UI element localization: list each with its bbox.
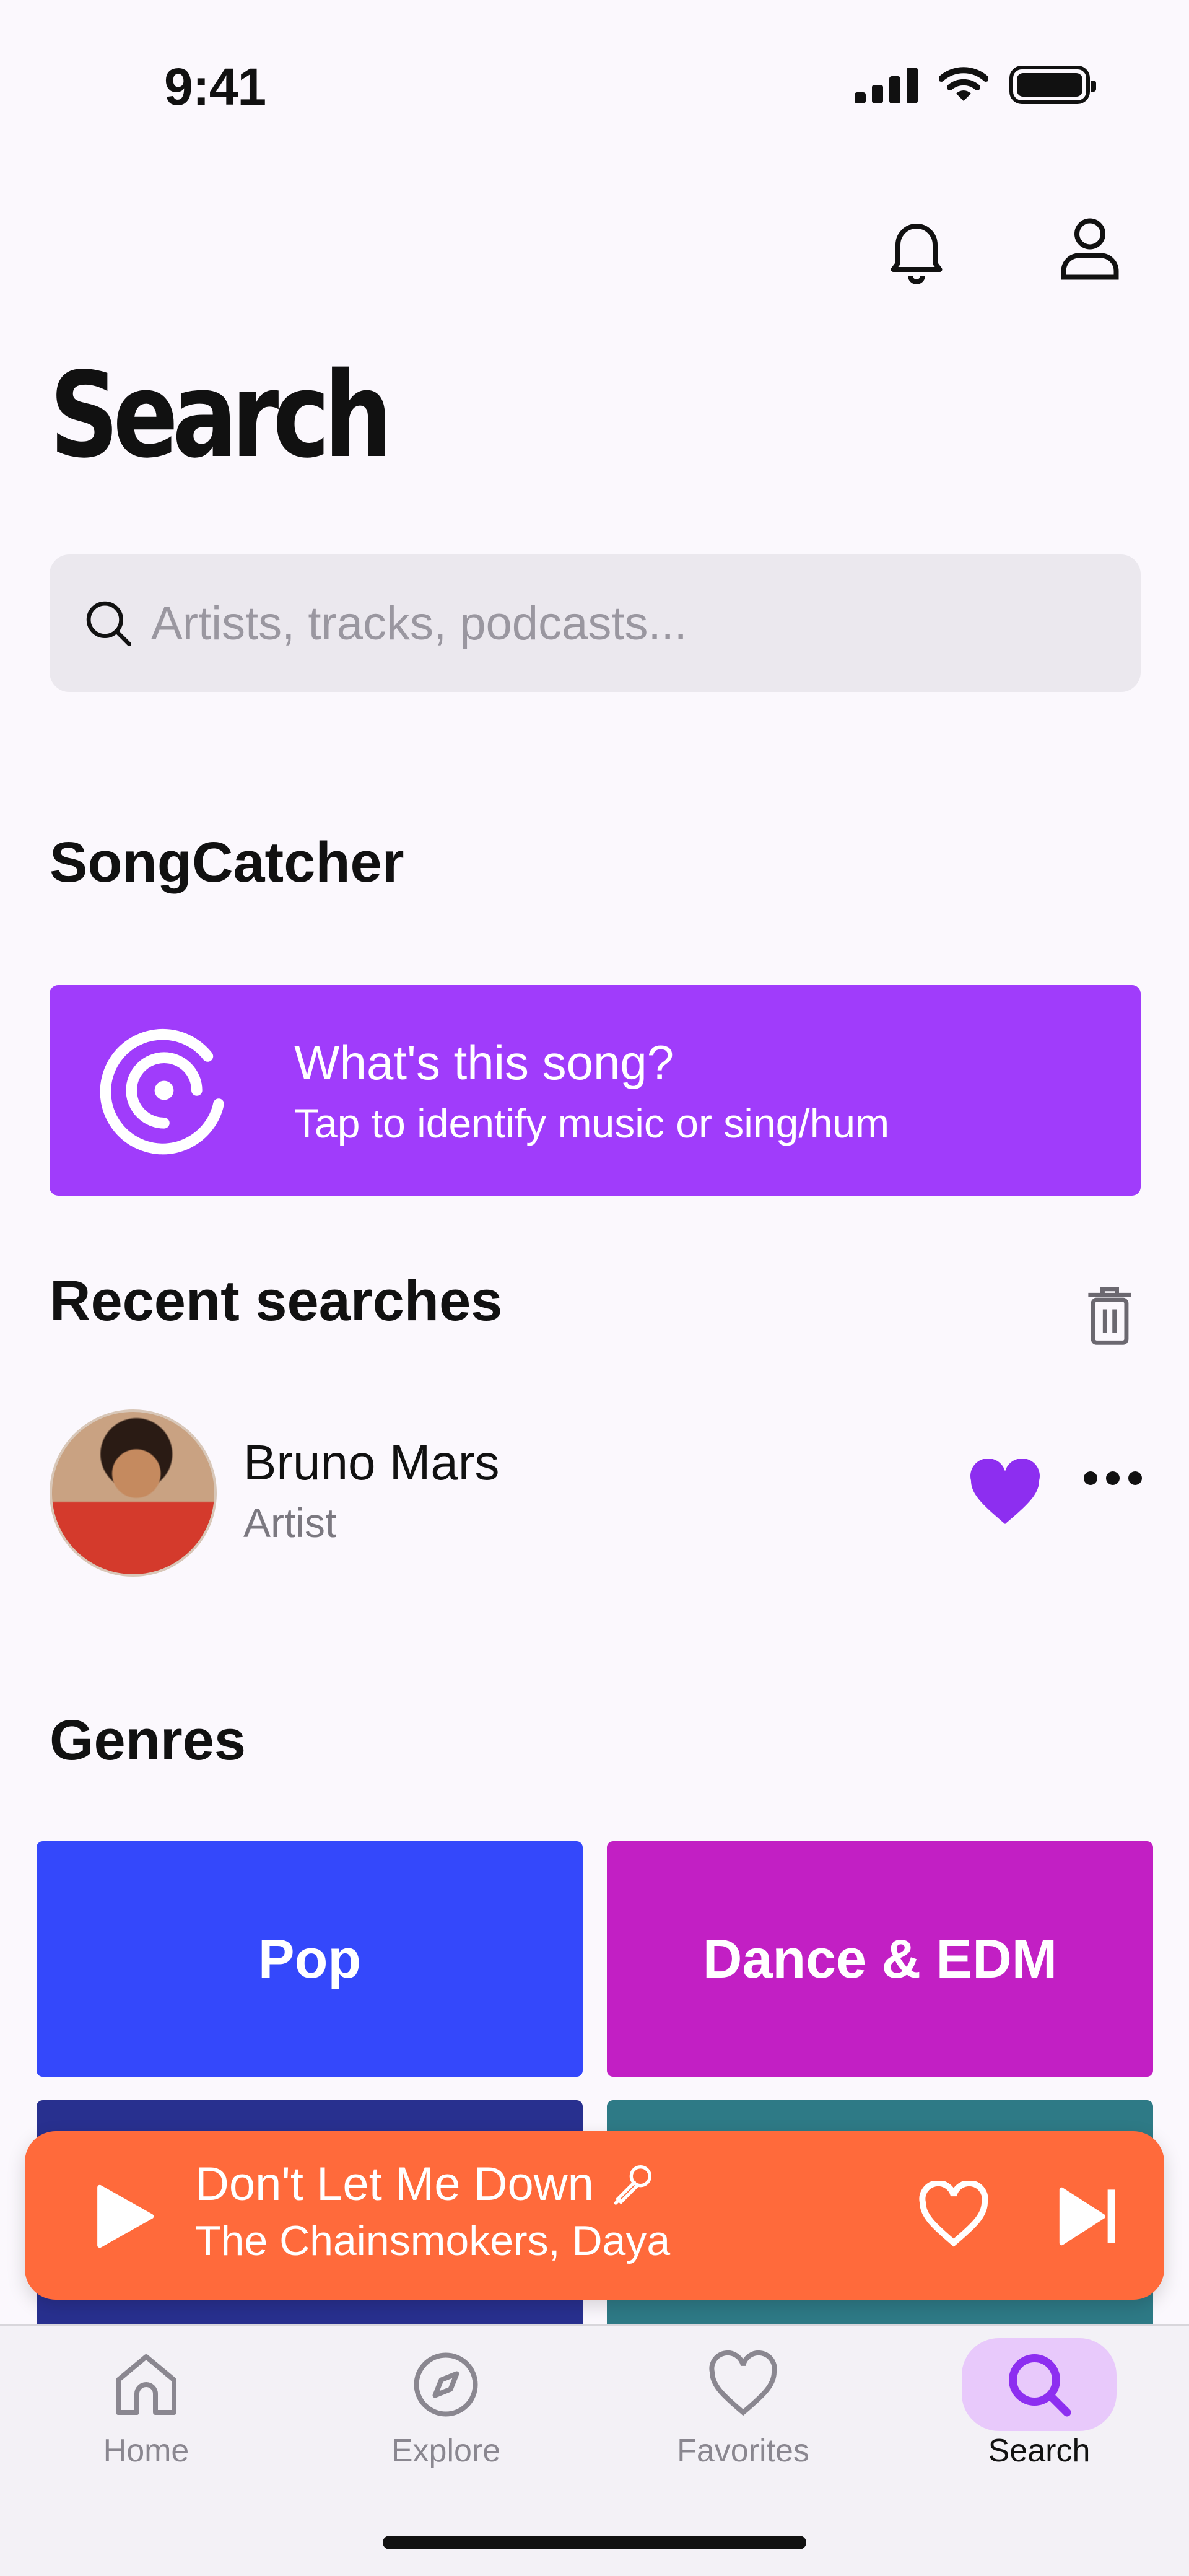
search-bar[interactable]	[50, 554, 1141, 692]
compass-icon	[414, 2352, 478, 2417]
player-track-title: Don't Let Me Down	[195, 2158, 594, 2210]
tab-search[interactable]: Search	[934, 2326, 1144, 2487]
recent-item-type: Artist	[243, 1500, 337, 1546]
more-options-icon[interactable]	[1084, 1471, 1142, 1485]
songcatcher-title: What's this song?	[294, 1035, 674, 1090]
tab-label: Home	[103, 2433, 189, 2469]
trash-icon[interactable]	[1085, 1286, 1135, 1347]
songcatcher-subtitle: Tap to identify music or sing/hum	[294, 1100, 890, 1146]
home-indicator	[383, 2536, 806, 2549]
tab-home[interactable]: Home	[41, 2326, 251, 2487]
search-input[interactable]	[151, 596, 1080, 651]
home-icon	[116, 2354, 176, 2415]
genre-tile-pop[interactable]: Pop	[37, 1841, 583, 2077]
header-actions	[879, 211, 1127, 285]
genre-tile-dance-edm[interactable]: Dance & EDM	[607, 1841, 1153, 2077]
tab-favorites[interactable]: Favorites	[638, 2326, 848, 2487]
heart-icon	[709, 2350, 777, 2416]
screen: 9:41 Search SongCatcher	[0, 0, 1189, 2576]
status-icons	[855, 66, 1096, 104]
avatar	[50, 1409, 217, 1577]
status-time: 9:41	[164, 58, 266, 116]
tab-explore[interactable]: Explore	[341, 2326, 551, 2487]
songcatcher-section-title: SongCatcher	[50, 831, 404, 894]
tab-label: Favorites	[677, 2433, 809, 2469]
songcatcher-icon	[100, 1028, 224, 1155]
microphone-icon	[614, 2165, 651, 2205]
page-title: Search	[50, 347, 393, 484]
play-icon[interactable]	[84, 2178, 161, 2255]
bell-icon[interactable]	[879, 211, 954, 285]
player-artist: The Chainsmokers, Daya	[195, 2217, 671, 2264]
wifi-icon	[939, 67, 988, 101]
songcatcher-card[interactable]: What's this song? Tap to identify music …	[50, 985, 1141, 1196]
mini-player[interactable]: Don't Let Me Down The Chainsmokers, Daya	[25, 2131, 1164, 2300]
battery-icon	[1009, 66, 1096, 104]
cellular-signal-icon	[855, 66, 918, 103]
recent-searches-title: Recent searches	[50, 1269, 503, 1333]
tab-label: Explore	[391, 2433, 501, 2469]
genres-title: Genres	[50, 1709, 246, 1772]
heart-filled-icon[interactable]	[968, 1459, 1042, 1527]
profile-icon[interactable]	[1053, 211, 1127, 285]
list-item[interactable]: Bruno Mars Artist	[50, 1409, 1164, 1577]
heart-outline-icon[interactable]	[917, 2181, 991, 2249]
tab-label: Search	[988, 2433, 1091, 2469]
skip-next-icon[interactable]	[1053, 2181, 1124, 2252]
recent-item-name: Bruno Mars	[243, 1435, 500, 1490]
search-icon	[1009, 2354, 1071, 2417]
search-icon	[86, 601, 132, 647]
